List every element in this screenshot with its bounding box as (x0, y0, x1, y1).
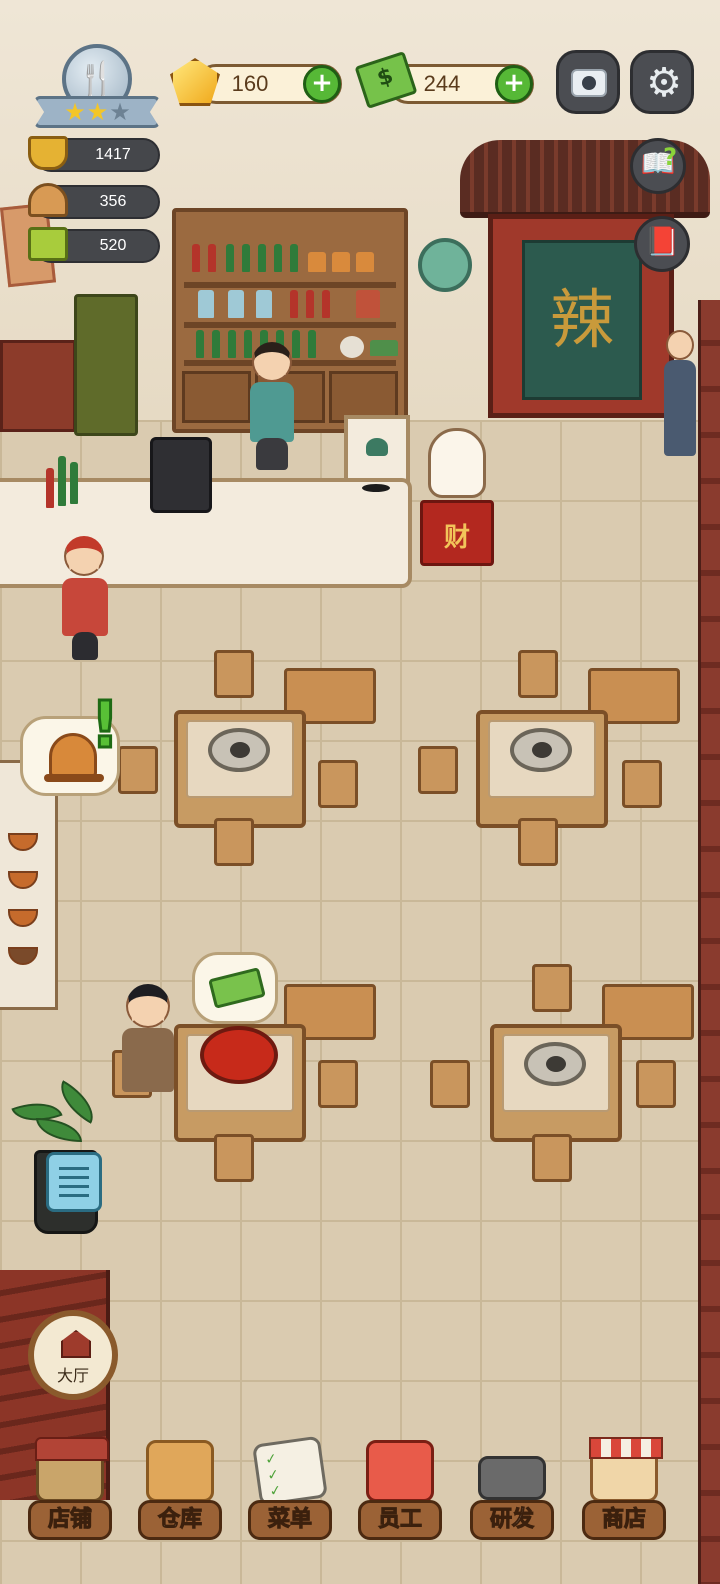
shop-building-icon (35, 1437, 109, 1502)
chair[interactable] (318, 1060, 358, 1108)
bottom-nav: 店铺 仓库 菜单 员工 研发 商店 (0, 1420, 720, 1584)
nav-shop[interactable]: 店铺 (24, 1420, 116, 1540)
menu-clipboard-icon (252, 1435, 328, 1507)
popularity-value: 1417 (95, 146, 131, 163)
cash-bill-icon (208, 967, 266, 1009)
notebook-icon: 📕 (644, 225, 680, 258)
electric-fan (418, 238, 472, 292)
nav-research[interactable]: 研发 (466, 1420, 558, 1540)
chair[interactable] (532, 964, 572, 1012)
help-guide-button[interactable]: 📖 ? (630, 138, 686, 194)
nav-store[interactable]: 商店 (578, 1420, 670, 1540)
exclamation-icon: ! (89, 689, 121, 763)
star-icon: ★ (109, 98, 132, 126)
right-wooden-wall (698, 300, 720, 1584)
star-icon: ★ (86, 98, 110, 126)
fortune-sign-text: 财 (443, 523, 470, 553)
nav-menu[interactable]: 菜单 (244, 1420, 336, 1540)
potted-plant (11, 1080, 106, 1150)
green-fridge[interactable] (74, 294, 138, 436)
chair[interactable] (318, 760, 358, 808)
recipes-value: 520 (99, 237, 127, 254)
chair[interactable] (118, 746, 158, 794)
nav-store-label: 商店 (582, 1500, 666, 1540)
chair[interactable] (622, 760, 662, 808)
fortune-stand: 财 (420, 500, 494, 566)
counter-bottles (46, 468, 54, 508)
warehouse-boxes-icon (146, 1440, 214, 1502)
add-cash-button[interactable]: + (495, 65, 533, 103)
clipboard-tasks-button[interactable] (46, 1152, 102, 1212)
nav-shop-label: 店铺 (28, 1500, 112, 1540)
dishes-value: 356 (99, 193, 127, 210)
chair[interactable] (214, 650, 254, 698)
recipe-book-icon (28, 227, 68, 261)
counter-bottle (70, 462, 78, 504)
hall-button[interactable]: 大厅 (28, 1310, 118, 1400)
nav-research-label: 研发 (470, 1500, 554, 1540)
drink-crates (0, 340, 76, 432)
chair[interactable] (214, 818, 254, 866)
waiter-character[interactable] (56, 536, 114, 660)
counter-bottle (58, 456, 66, 506)
question-mark-icon: ? (663, 143, 677, 171)
lucky-cat[interactable] (428, 428, 486, 498)
gem-counter: 160 + (196, 64, 342, 104)
gate-curtain: 辣 (522, 240, 642, 400)
nav-staff-label: 员工 (358, 1500, 442, 1540)
gear-icon: ⚙ (646, 60, 682, 106)
screenshot-button[interactable] (556, 50, 620, 114)
research-wok-icon (478, 1456, 546, 1500)
customer-character[interactable] (116, 984, 180, 1096)
dining-table-2[interactable] (476, 710, 608, 828)
cash-register[interactable] (150, 437, 212, 513)
house-icon (61, 1330, 91, 1358)
settings-button[interactable]: ⚙ (630, 50, 694, 114)
add-gems-button[interactable]: + (303, 65, 341, 103)
gate-sign-text: 辣 (550, 284, 614, 358)
chair[interactable] (418, 746, 458, 794)
dining-table-4[interactable] (490, 1024, 622, 1142)
fork-knife-icon: 🍴 (75, 60, 119, 100)
staff-chef-icon (366, 1440, 434, 1502)
chair[interactable] (518, 650, 558, 698)
nav-warehouse-label: 仓库 (138, 1500, 222, 1540)
payment-bubble[interactable] (192, 952, 278, 1024)
cashier-character[interactable] (246, 342, 298, 474)
dining-table-1[interactable] (174, 710, 306, 828)
hall-button-label: 大厅 (56, 1366, 89, 1385)
cloche-icon (28, 183, 68, 217)
rank-stars: ★★★ (60, 98, 136, 126)
camera-icon (571, 69, 607, 97)
star-icon: ★ (64, 98, 87, 126)
notebook-button[interactable]: 📕 (634, 216, 690, 272)
restaurant-rank-badge[interactable]: 🍴 ★★★ (34, 44, 160, 132)
spicy-hotpot (200, 1026, 278, 1084)
doorman-character[interactable] (662, 320, 698, 470)
nav-staff[interactable]: 员工 (354, 1420, 446, 1540)
store-stall-icon (589, 1437, 663, 1502)
nav-warehouse[interactable]: 仓库 (134, 1420, 226, 1540)
side-serving-counter (0, 760, 58, 1010)
desk-lamp (360, 438, 390, 492)
nav-menu-label: 菜单 (248, 1500, 332, 1540)
chair[interactable] (532, 1134, 572, 1182)
chair[interactable] (430, 1060, 470, 1108)
chair[interactable] (518, 818, 558, 866)
chair[interactable] (636, 1060, 676, 1108)
hotpot-icon (28, 136, 68, 170)
chair[interactable] (214, 1134, 254, 1182)
